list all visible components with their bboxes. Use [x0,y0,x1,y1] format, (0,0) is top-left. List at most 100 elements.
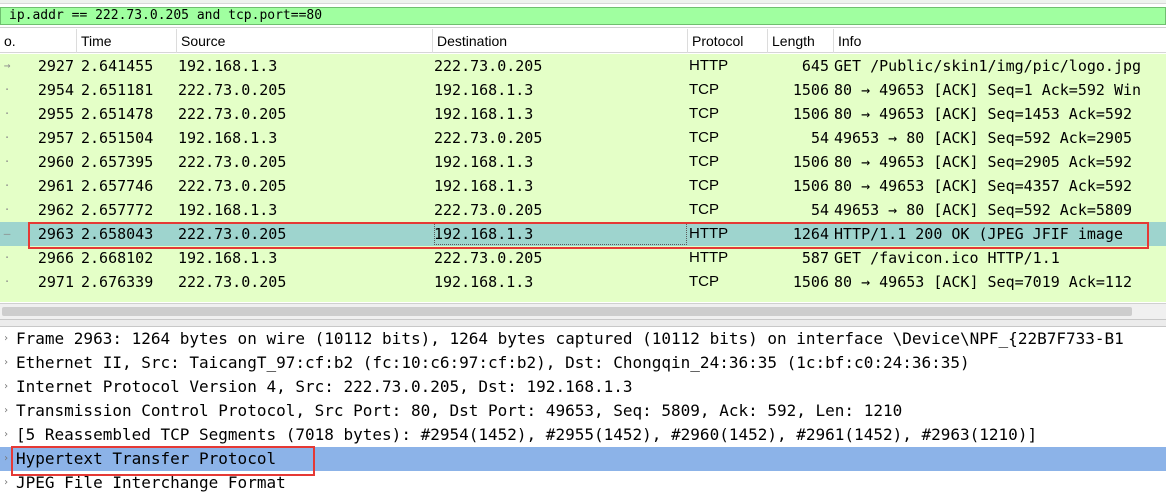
related-packet-icon: · [3,83,11,96]
packet-time: 2.658043 [81,225,154,243]
packet-time: 2.651181 [81,81,154,99]
column-header-source[interactable]: Source [177,29,433,53]
expand-arrow-icon[interactable]: › [3,423,13,447]
packet-time: 2.657746 [81,177,154,195]
packet-info: GET /favicon.ico HTTP/1.1 [834,249,1060,267]
scrollbar-thumb[interactable] [2,307,1132,316]
packet-length: 1506 [792,105,829,123]
packet-info: 80 → 49653 [ACK] Seq=2905 Ack=592 [834,153,1133,171]
packet-number: 2962 [37,201,74,219]
packet-number: 2961 [37,177,74,195]
packet-row[interactable]: · 2955 2.651478 222.73.0.205 192.168.1.3… [0,102,1166,126]
packet-protocol: TCP [689,81,719,98]
packet-length: 1264 [792,225,829,243]
related-packet-icon: · [3,203,11,216]
pane-splitter[interactable] [0,319,1166,327]
packet-destination: 222.73.0.205 [434,249,543,267]
detail-jpeg[interactable]: › JPEG File Interchange Format [0,471,1166,495]
packet-row[interactable]: → 2927 2.641455 192.168.1.3 222.73.0.205… [0,54,1166,78]
related-packet-icon: · [3,251,11,264]
packet-destination: 192.168.1.3 [434,81,534,99]
expand-arrow-icon[interactable]: › [3,351,13,375]
packet-row[interactable]: · 2971 2.676339 222.73.0.205 192.168.1.3… [0,270,1166,294]
packet-length: 645 [801,57,829,75]
packet-number: 2971 [37,273,74,291]
packet-row[interactable]: · 2961 2.657746 222.73.0.205 192.168.1.3… [0,174,1166,198]
column-header-destination[interactable]: Destination [433,29,688,53]
packet-protocol: TCP [689,153,719,170]
packet-info: 80 → 49653 [ACK] Seq=7019 Ack=112 [834,273,1133,291]
packet-time: 2.651478 [81,105,154,123]
packet-time: 2.676339 [81,273,154,291]
packet-source: 222.73.0.205 [178,153,287,171]
packet-info: 49653 → 80 [ACK] Seq=592 Ack=2905 [834,129,1133,147]
packet-number: 2955 [37,105,74,123]
detail-reassembled-segments[interactable]: › [5 Reassembled TCP Segments (7018 byte… [0,423,1166,447]
expand-arrow-icon[interactable]: › [3,471,13,495]
packet-length: 587 [801,249,829,267]
column-header-time[interactable]: Time [77,29,177,53]
packet-protocol: TCP [689,105,719,122]
packet-destination: 222.73.0.205 [434,201,543,219]
column-header-protocol[interactable]: Protocol [688,29,768,53]
packet-time: 2.668102 [81,249,154,267]
packet-length: 1506 [792,153,829,171]
detail-ipv4[interactable]: › Internet Protocol Version 4, Src: 222.… [0,375,1166,399]
packet-row[interactable]: · 2962 2.657772 192.168.1.3 222.73.0.205… [0,198,1166,222]
packet-row[interactable]: · 2954 2.651181 222.73.0.205 192.168.1.3… [0,78,1166,102]
expand-arrow-icon[interactable]: › [3,447,13,471]
packet-info: GET /Public/skin1/img/pic/logo.jpg [834,57,1142,75]
packet-details-pane[interactable]: › Frame 2963: 1264 bytes on wire (10112 … [0,327,1166,498]
packet-list-pane[interactable]: o. Time Source Destination Protocol Leng… [0,29,1166,319]
expand-arrow-icon[interactable]: › [3,327,13,351]
packet-time: 2.657395 [81,153,154,171]
display-filter-input[interactable]: ip.addr == 222.73.0.205 and tcp.port==80 [0,7,1166,25]
packet-source: 192.168.1.3 [178,57,278,75]
expand-arrow-icon[interactable]: › [3,375,13,399]
detail-label: Internet Protocol Version 4, Src: 222.73… [16,377,633,396]
detail-http[interactable]: › Hypertext Transfer Protocol [0,447,1166,471]
packet-info: 80 → 49653 [ACK] Seq=1 Ack=592 Win [834,81,1142,99]
packet-protocol: TCP [689,273,719,290]
packet-number: 2960 [37,153,74,171]
column-header-length[interactable]: Length [768,29,834,53]
packet-length: 54 [810,129,829,147]
packet-info: 49653 → 80 [ACK] Seq=592 Ack=5809 [834,201,1133,219]
packet-list-horizontal-scrollbar[interactable] [0,303,1166,319]
expand-arrow-icon[interactable]: › [3,399,13,423]
packet-number: 2966 [37,249,74,267]
packet-destination: 192.168.1.3 [434,105,534,123]
packet-number: 2957 [37,129,74,147]
detail-label: Transmission Control Protocol, Src Port:… [16,401,903,420]
related-packet-icon: · [3,131,11,144]
packet-time: 2.657772 [81,201,154,219]
packet-source: 222.73.0.205 [178,105,287,123]
packet-row[interactable]: · 2960 2.657395 222.73.0.205 192.168.1.3… [0,150,1166,174]
packet-protocol: HTTP [689,225,729,242]
detail-tcp[interactable]: › Transmission Control Protocol, Src Por… [0,399,1166,423]
column-header-info[interactable]: Info [834,29,1166,53]
packet-time: 2.651504 [81,129,154,147]
toolbar-edge [0,0,1166,4]
packet-row-partial[interactable] [0,294,1166,302]
packet-row[interactable]: · 2966 2.668102 192.168.1.3 222.73.0.205… [0,246,1166,270]
packet-destination: 222.73.0.205 [434,57,543,75]
display-filter-bar: ip.addr == 222.73.0.205 and tcp.port==80 [0,0,1166,28]
detail-label: JPEG File Interchange Format [16,473,286,492]
detail-frame[interactable]: › Frame 2963: 1264 bytes on wire (10112 … [0,327,1166,351]
related-packet-icon: · [3,155,11,168]
detail-label: Frame 2963: 1264 bytes on wire (10112 bi… [16,329,1124,348]
packet-destination: 192.168.1.3 [434,273,534,291]
related-packet-icon: — [3,227,11,240]
packet-row[interactable]: · 2957 2.651504 192.168.1.3 222.73.0.205… [0,126,1166,150]
packet-source: 192.168.1.3 [178,201,278,219]
related-packet-icon: · [3,275,11,288]
detail-ethernet[interactable]: › Ethernet II, Src: TaicangT_97:cf:b2 (f… [0,351,1166,375]
packet-protocol: HTTP [689,249,729,266]
packet-source: 222.73.0.205 [178,273,287,291]
packet-destination: 222.73.0.205 [434,129,543,147]
column-header-no[interactable]: o. [0,29,77,53]
packet-destination: 192.168.1.3 [434,153,534,171]
packet-source: 192.168.1.3 [178,129,278,147]
packet-row-selected[interactable]: — 2963 2.658043 222.73.0.205 192.168.1.3… [0,222,1166,246]
